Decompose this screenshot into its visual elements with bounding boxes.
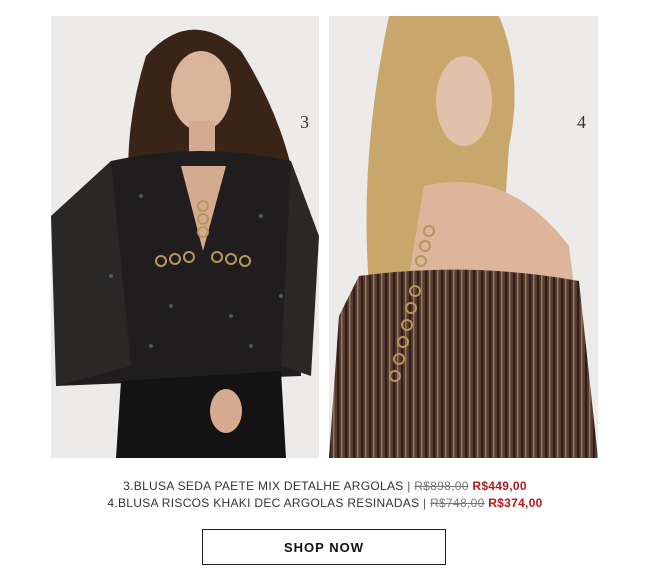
product-caption-3: 3.BLUSA SEDA PAETE MIX DETALHE ARGOLAS |… [0,479,650,493]
product-image-4[interactable]: 4 [329,16,598,458]
sale-price-3: R$449,00 [472,479,527,493]
price-separator: | [407,479,411,493]
product-caption-4: 4.BLUSA RISCOS KHAKI DEC ARGOLAS RESINAD… [0,496,650,510]
product-title-3[interactable]: 3.BLUSA SEDA PAETE MIX DETALHE ARGOLAS [123,479,403,493]
product-title-4[interactable]: 4.BLUSA RISCOS KHAKI DEC ARGOLAS RESINAD… [107,496,419,510]
product-number-4: 4 [577,112,586,132]
model-illustration-4 [329,16,598,458]
price-separator: | [423,496,427,510]
product-number-3: 3 [300,112,309,132]
old-price-3: R$898,00 [414,479,469,493]
shop-now-button[interactable]: SHOP NOW [202,529,446,565]
model-illustration-3 [51,16,319,458]
old-price-4: R$748,00 [430,496,485,510]
sale-price-4: R$374,00 [488,496,543,510]
product-image-3[interactable]: 3 [51,16,319,458]
